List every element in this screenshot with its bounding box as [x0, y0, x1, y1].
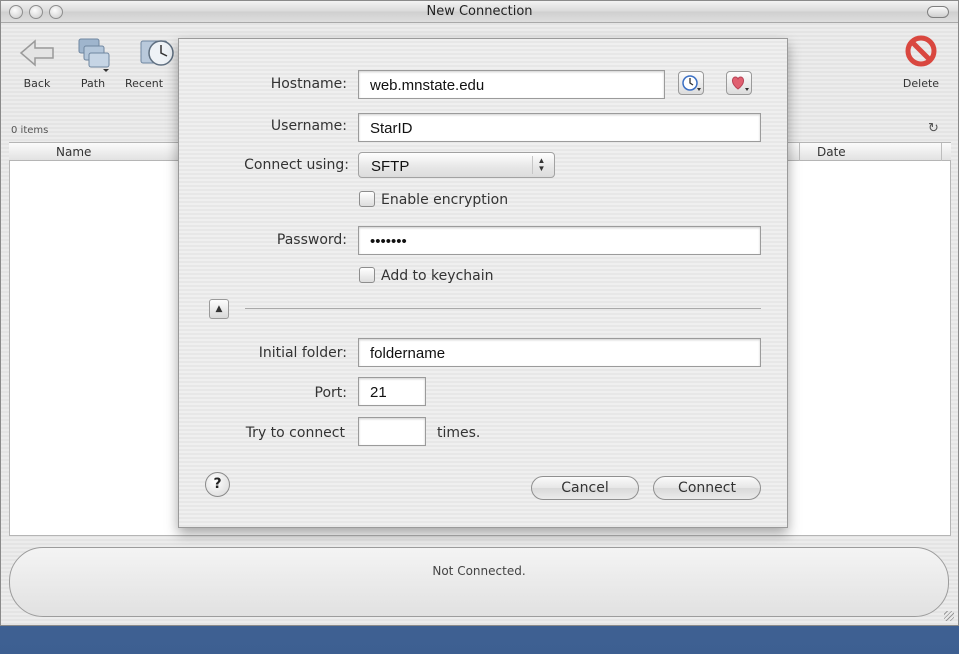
- connect-using-label: Connect using:: [244, 157, 349, 173]
- heart-bookmark-icon: [731, 76, 749, 91]
- username-field[interactable]: StarID: [358, 113, 761, 142]
- checkbox-box[interactable]: [359, 267, 375, 283]
- updown-arrows-icon: ▲ ▼: [532, 156, 550, 174]
- port-label: Port:: [314, 385, 347, 401]
- hostname-label: Hostname:: [270, 76, 347, 92]
- try-to-connect-label: Try to connect: [245, 425, 345, 441]
- password-field[interactable]: •••••••: [358, 226, 761, 255]
- resize-grip[interactable]: [944, 611, 954, 621]
- new-connection-sheet: Hostname: web.mnstate.edu Username: Star…: [178, 38, 788, 528]
- path-button[interactable]: Path: [65, 33, 121, 90]
- history-button[interactable]: [678, 71, 704, 95]
- path-folders-icon: [78, 38, 110, 72]
- divider: [245, 308, 761, 309]
- delete-button[interactable]: Delete: [893, 33, 949, 90]
- status-area: Not Connected.: [9, 547, 949, 617]
- back-button[interactable]: Back: [9, 33, 65, 90]
- delete-label: Delete: [902, 77, 940, 90]
- refresh-icon[interactable]: ↻: [928, 121, 939, 136]
- back-arrow-icon: [19, 39, 54, 67]
- port-field[interactable]: 21: [358, 377, 426, 406]
- initial-folder-field[interactable]: foldername: [358, 338, 761, 367]
- status-text: Not Connected.: [432, 564, 526, 578]
- recent-button[interactable]: Recent: [121, 33, 179, 90]
- connect-button[interactable]: Connect: [653, 476, 761, 500]
- path-label: Path: [80, 77, 106, 90]
- history-clock-icon: [682, 75, 701, 91]
- protocol-popup[interactable]: SFTP ▲ ▼: [358, 152, 555, 178]
- toolbar-toggle-button[interactable]: [927, 6, 949, 18]
- password-label: Password:: [276, 232, 347, 248]
- cancel-button[interactable]: Cancel: [531, 476, 639, 500]
- username-label: Username:: [270, 118, 347, 134]
- column-date-header[interactable]: Date: [817, 145, 846, 159]
- recent-clock-icon: [140, 40, 174, 66]
- items-count: 0 items: [11, 125, 49, 136]
- column-name-header[interactable]: Name: [56, 145, 91, 159]
- delete-icon: [905, 35, 937, 67]
- back-label: Back: [23, 77, 51, 90]
- window-title: New Connection: [426, 4, 533, 19]
- checkbox-box[interactable]: [359, 191, 375, 207]
- enable-encryption-checkbox[interactable]: Enable encryption: [359, 191, 508, 208]
- bookmarks-button[interactable]: [726, 71, 752, 95]
- initial-folder-label: Initial folder:: [258, 345, 347, 361]
- title-bar: New Connection: [1, 1, 958, 23]
- times-label: times.: [437, 425, 481, 441]
- column-divider: [799, 143, 800, 161]
- recent-label: Recent: [125, 77, 164, 90]
- column-divider: [941, 143, 942, 161]
- help-button[interactable]: ?: [205, 472, 230, 497]
- enable-encryption-label: Enable encryption: [381, 192, 509, 208]
- add-to-keychain-label: Add to keychain: [381, 268, 494, 284]
- hostname-field[interactable]: web.mnstate.edu: [358, 70, 665, 99]
- protocol-value: SFTP: [371, 158, 410, 175]
- retry-count-field[interactable]: [358, 417, 426, 446]
- disclosure-triangle-button[interactable]: ▲: [209, 299, 229, 319]
- add-to-keychain-checkbox[interactable]: Add to keychain: [359, 267, 493, 284]
